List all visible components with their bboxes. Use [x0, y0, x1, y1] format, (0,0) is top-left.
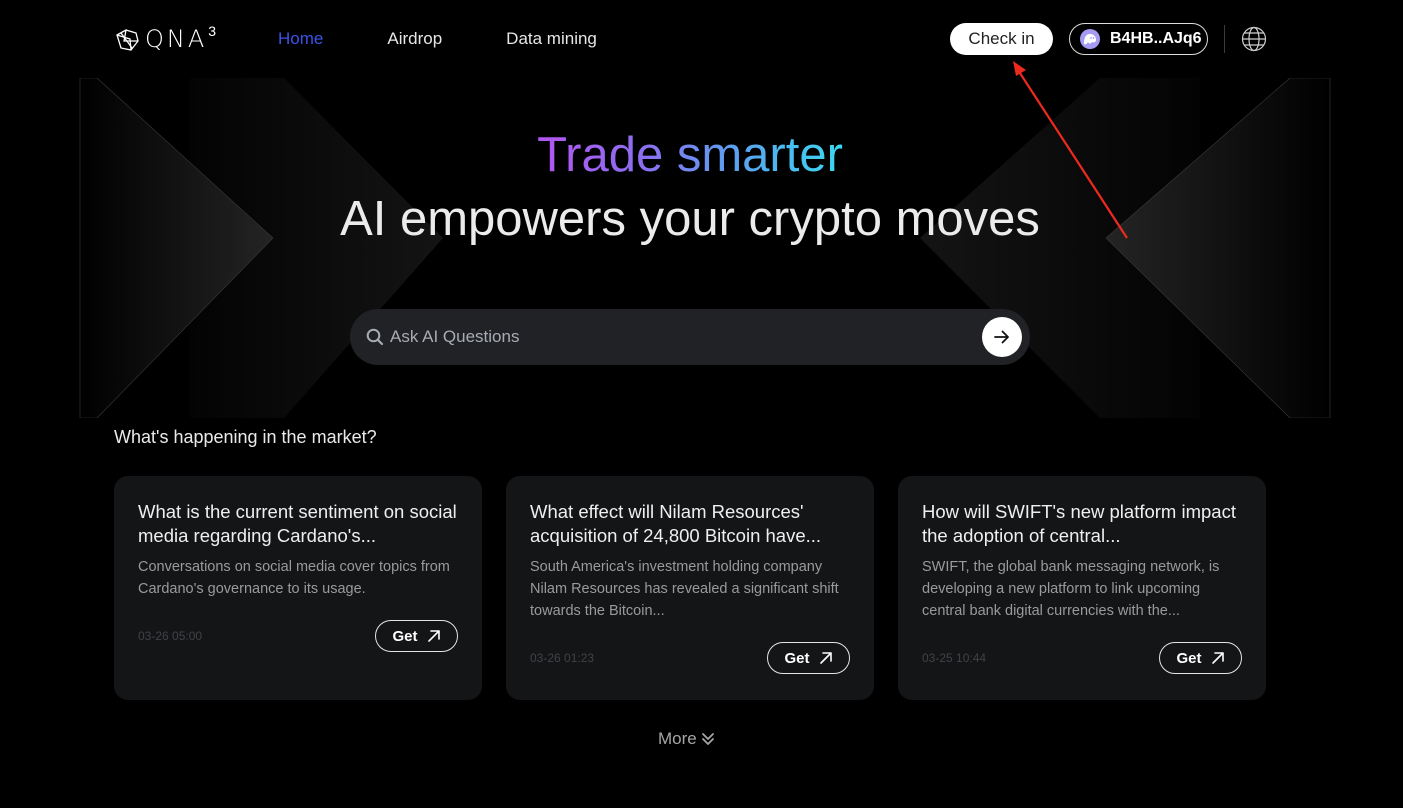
- card-timestamp: 03-26 01:23: [530, 651, 595, 665]
- arrow-up-right-icon: [819, 652, 832, 664]
- card-timestamp: 03-26 05:00: [138, 629, 203, 643]
- wallet-address-button[interactable]: B4HB..AJq6: [1069, 23, 1208, 55]
- arrow-right-icon: [994, 330, 1009, 344]
- get-button-label: Get: [392, 627, 418, 645]
- header-divider: [1224, 25, 1225, 53]
- hero-tagline-text: Trade smarter: [537, 128, 843, 182]
- globe-icon[interactable]: [1241, 26, 1267, 52]
- card-title: What effect will Nilam Resources' acquis…: [530, 501, 822, 546]
- card-description: Conversations on social media cover topi…: [138, 559, 450, 597]
- get-button-label: Get: [1176, 649, 1202, 667]
- hero-headline: AI empowers your crypto moves: [340, 192, 1040, 246]
- top-navigation-bar: QNA 3 Home Airdrop Data mining Check in …: [0, 0, 1403, 78]
- more-button[interactable]: More: [658, 729, 715, 749]
- get-button[interactable]: Get: [375, 620, 458, 652]
- market-cards: What is the current sentiment on social …: [114, 476, 1266, 700]
- get-button-label: Get: [784, 649, 810, 667]
- card-title: What is the current sentiment on social …: [138, 501, 457, 546]
- nav-data-mining[interactable]: Data mining: [506, 28, 597, 50]
- card-description: South America's investment holding compa…: [530, 559, 839, 619]
- hero-tagline: Trade smarter: [0, 126, 1380, 184]
- check-in-button[interactable]: Check in: [950, 23, 1053, 55]
- nav-airdrop[interactable]: Airdrop: [387, 28, 442, 50]
- double-chevron-down-icon: [701, 733, 714, 745]
- ghost-icon: [1084, 34, 1096, 45]
- card-description: SWIFT, the global bank messaging network…: [922, 559, 1220, 619]
- card-title: How will SWIFT's new platform impact the…: [922, 501, 1236, 546]
- submit-question-button[interactable]: [982, 317, 1022, 357]
- card-timestamp: 03-25 10:44: [922, 651, 987, 665]
- get-button[interactable]: Get: [767, 642, 850, 674]
- logo[interactable]: QNA 3: [114, 24, 216, 54]
- qna3-logo-icon: [116, 29, 139, 51]
- logo-text: QNA: [145, 25, 208, 53]
- market-card[interactable]: What effect will Nilam Resources' acquis…: [506, 476, 874, 700]
- arrow-up-right-icon: [1211, 652, 1224, 664]
- search-icon: [366, 328, 384, 346]
- ai-search-bar: [350, 309, 1030, 365]
- nav-home[interactable]: Home: [278, 28, 323, 50]
- get-button[interactable]: Get: [1159, 642, 1242, 674]
- wallet-avatar: [1080, 29, 1100, 49]
- ai-question-input[interactable]: [390, 325, 970, 349]
- arrow-up-right-icon: [427, 630, 440, 642]
- more-label: More: [658, 729, 697, 748]
- market-section-title: What's happening in the market?: [114, 427, 377, 447]
- main-nav: Home Airdrop Data mining: [278, 28, 597, 50]
- logo-superscript: 3: [208, 23, 217, 39]
- market-card[interactable]: How will SWIFT's new platform impact the…: [898, 476, 1266, 700]
- market-card[interactable]: What is the current sentiment on social …: [114, 476, 482, 700]
- wallet-address: B4HB..AJq6: [1110, 30, 1202, 47]
